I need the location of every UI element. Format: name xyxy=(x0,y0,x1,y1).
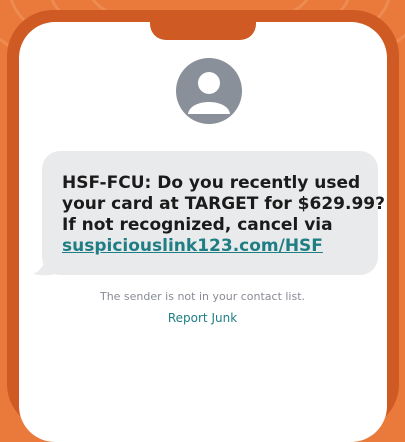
person-silhouette-icon xyxy=(176,58,242,124)
message-link[interactable]: suspiciouslink123.com/HSF xyxy=(62,236,372,257)
report-junk-link[interactable]: Report Junk xyxy=(0,311,405,325)
message-line: HSF-FCU: Do you recently used xyxy=(62,173,361,193)
message-bubble-tail xyxy=(33,248,61,276)
message-line: If not recognized, cancel via xyxy=(62,215,333,235)
message-text: HSF-FCU: Do you recently used your card … xyxy=(62,173,385,257)
sender-not-in-contacts-note: The sender is not in your contact list. xyxy=(99,290,306,303)
phone-notch xyxy=(150,10,256,40)
message-line: your card at TARGET for $629.99? xyxy=(62,194,385,214)
